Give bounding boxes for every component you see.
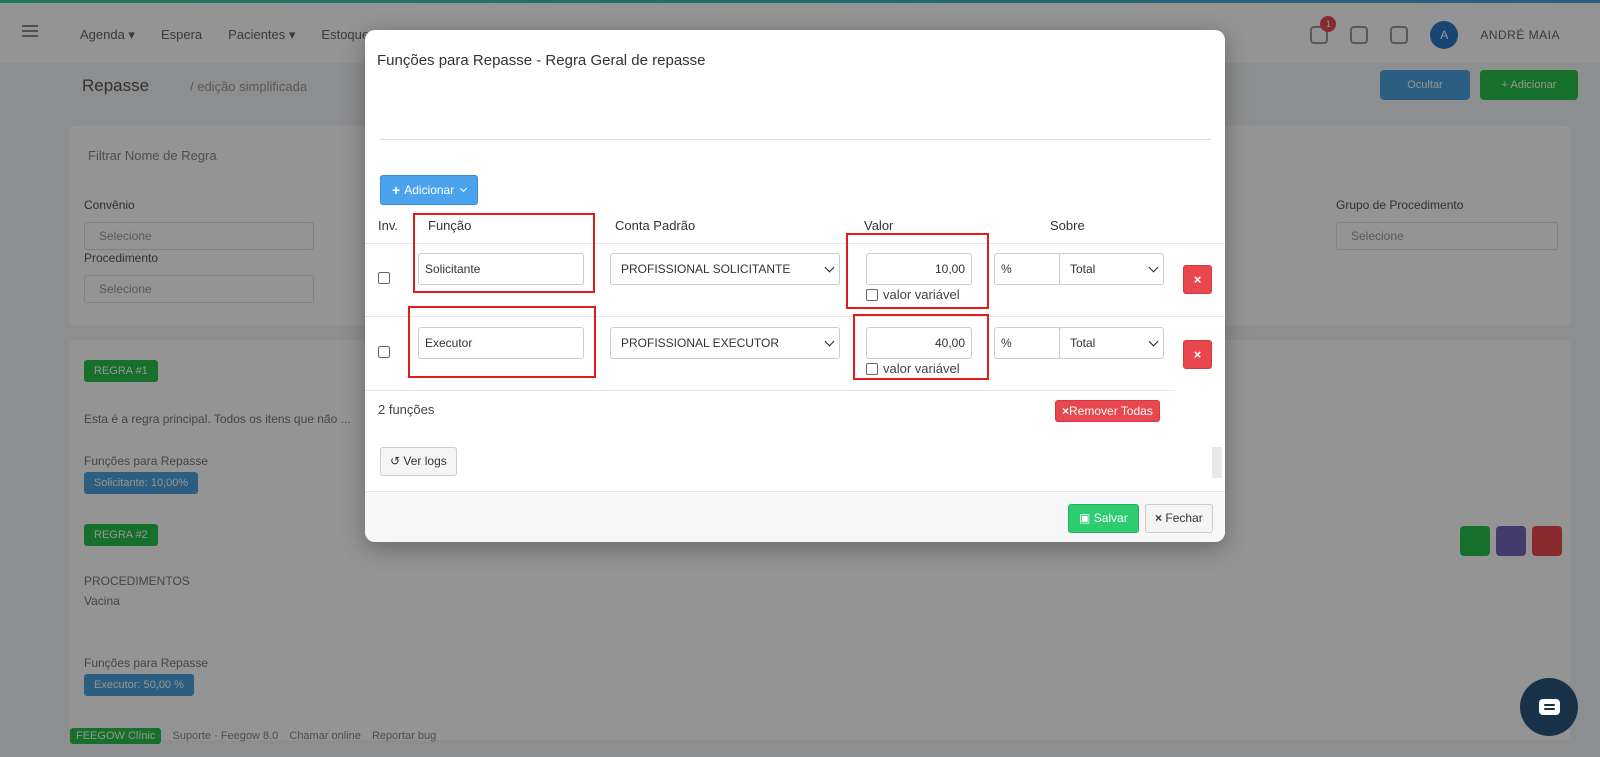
divider	[379, 139, 1211, 140]
row-divider	[365, 390, 1175, 391]
highlight-box	[408, 306, 596, 378]
chevron-down-icon	[824, 262, 835, 273]
chevron-down-icon	[1148, 336, 1159, 347]
delete-funcao-button[interactable]: ×	[1183, 265, 1212, 294]
close-button[interactable]: × Fechar	[1145, 504, 1213, 533]
add-funcao-label: Adicionar	[404, 183, 455, 197]
delete-funcao-button[interactable]: ×	[1183, 340, 1212, 369]
save-button[interactable]: ▣ Salvar	[1068, 504, 1139, 533]
conta-select-value: PROFISSIONAL EXECUTOR	[621, 336, 780, 350]
close-icon: ×	[1155, 511, 1163, 525]
scrollbar[interactable]	[1212, 447, 1222, 478]
view-logs-button[interactable]: ↺ Ver logs	[380, 447, 457, 476]
tipo-input[interactable]: %	[994, 253, 1060, 285]
remove-all-button[interactable]: ×Remover Todas	[1055, 400, 1160, 422]
header-inv: Inv.	[378, 218, 398, 233]
plus-icon: +	[392, 182, 401, 198]
sobre-select-value: Total	[1070, 336, 1096, 350]
highlight-box	[413, 213, 595, 293]
chat-widget-button[interactable]	[1520, 678, 1578, 736]
chevron-down-icon	[824, 336, 835, 347]
conta-select[interactable]: PROFISSIONAL SOLICITANTE	[610, 253, 840, 285]
header-valor: Valor	[864, 218, 894, 233]
funcoes-count: 2 funções	[378, 402, 435, 417]
highlight-box	[846, 233, 989, 309]
chevron-down-icon	[460, 184, 468, 193]
close-label: Fechar	[1165, 511, 1203, 525]
add-funcao-button[interactable]: + Adicionar	[380, 175, 479, 205]
remove-all-label: Remover Todas	[1069, 404, 1153, 418]
save-icon: ▣	[1079, 511, 1091, 525]
history-icon: ↺	[390, 454, 401, 468]
sobre-select[interactable]: Total	[1059, 253, 1164, 285]
modal-title: Funções para Repasse - Regra Geral de re…	[377, 52, 706, 69]
inv-checkbox[interactable]	[378, 346, 390, 358]
header-sobre: Sobre	[1050, 218, 1085, 233]
chevron-down-icon	[1148, 262, 1159, 273]
highlight-box	[853, 314, 989, 380]
inv-checkbox[interactable]	[378, 272, 390, 284]
save-label: Salvar	[1093, 511, 1128, 525]
conta-select-value: PROFISSIONAL SOLICITANTE	[621, 262, 791, 276]
sobre-select-value: Total	[1070, 262, 1096, 276]
header-conta: Conta Padrão	[615, 218, 696, 233]
chat-icon	[1539, 699, 1560, 715]
sobre-select[interactable]: Total	[1059, 327, 1164, 359]
conta-select[interactable]: PROFISSIONAL EXECUTOR	[610, 327, 840, 359]
view-logs-label: Ver logs	[403, 454, 447, 468]
funcoes-modal: Funções para Repasse - Regra Geral de re…	[365, 30, 1225, 542]
close-icon: ×	[1062, 404, 1070, 418]
tipo-input[interactable]: %	[994, 327, 1060, 359]
